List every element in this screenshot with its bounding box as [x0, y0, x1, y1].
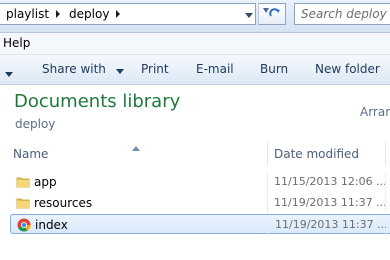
search-box[interactable]: [294, 3, 390, 25]
chevron-down-icon: [115, 63, 124, 77]
breadcrumb-label[interactable]: playlist: [6, 7, 49, 21]
column-divider[interactable]: [385, 142, 386, 166]
file-name: resources: [34, 196, 93, 210]
address-dropdown-button[interactable]: [242, 4, 256, 23]
refresh-icon: [262, 6, 282, 23]
row-divider: [268, 215, 269, 235]
menu-item-help[interactable]: Help: [3, 36, 30, 50]
breadcrumb-label[interactable]: deploy: [69, 7, 109, 21]
arrange-by-link[interactable]: Arran: [360, 105, 390, 119]
share-with-label: Share with: [42, 62, 106, 76]
command-bar: Share with Print E-mail Burn New folder: [0, 55, 390, 85]
row-divider: [386, 215, 387, 235]
sort-ascending-icon: [132, 140, 140, 154]
chevron-down-icon: [245, 7, 253, 21]
chrome-html-icon: [17, 218, 31, 232]
column-divider[interactable]: [267, 142, 268, 166]
folder-icon: [16, 175, 30, 189]
row-divider: [385, 193, 386, 213]
file-name: index: [35, 218, 68, 232]
library-title: Documents library: [14, 91, 181, 112]
folder-icon: [16, 196, 30, 210]
organize-chevron-icon[interactable]: [5, 66, 13, 80]
file-name: app: [34, 175, 57, 189]
breadcrumb-item-playlist[interactable]: playlist: [0, 4, 63, 24]
share-with-button[interactable]: Share with: [42, 62, 124, 77]
file-row-resources[interactable]: resources 11/19/2013 11:37 ...: [10, 193, 390, 213]
search-input[interactable]: [301, 7, 387, 21]
column-date-modified[interactable]: Date modified: [274, 147, 359, 161]
menu-bar: Help: [0, 33, 390, 55]
row-divider: [267, 193, 268, 213]
row-divider: [267, 172, 268, 192]
breadcrumb-item-deploy[interactable]: deploy: [63, 4, 123, 24]
email-button[interactable]: E-mail: [196, 62, 234, 76]
row-divider: [385, 172, 386, 192]
file-date: 11/15/2013 12:06 ...: [274, 175, 387, 188]
chevron-right-icon[interactable]: [115, 10, 121, 18]
refresh-button[interactable]: [258, 3, 286, 25]
library-subtitle: deploy: [15, 117, 56, 131]
file-row-index[interactable]: index 11/19/2013 11:37 ...: [10, 214, 390, 235]
burn-button[interactable]: Burn: [260, 62, 288, 76]
print-button[interactable]: Print: [141, 62, 169, 76]
address-bar: playlist deploy: [0, 0, 390, 33]
chevron-right-icon[interactable]: [55, 10, 61, 18]
file-date: 11/19/2013 11:37 ...: [275, 218, 388, 231]
column-header: Name Date modified: [0, 140, 390, 167]
breadcrumb[interactable]: playlist deploy: [0, 3, 256, 25]
file-row-app[interactable]: app 11/15/2013 12:06 ...: [10, 172, 390, 192]
column-name[interactable]: Name: [13, 147, 48, 161]
new-folder-button[interactable]: New folder: [315, 62, 380, 76]
file-date: 11/19/2013 11:37 ...: [274, 196, 387, 209]
